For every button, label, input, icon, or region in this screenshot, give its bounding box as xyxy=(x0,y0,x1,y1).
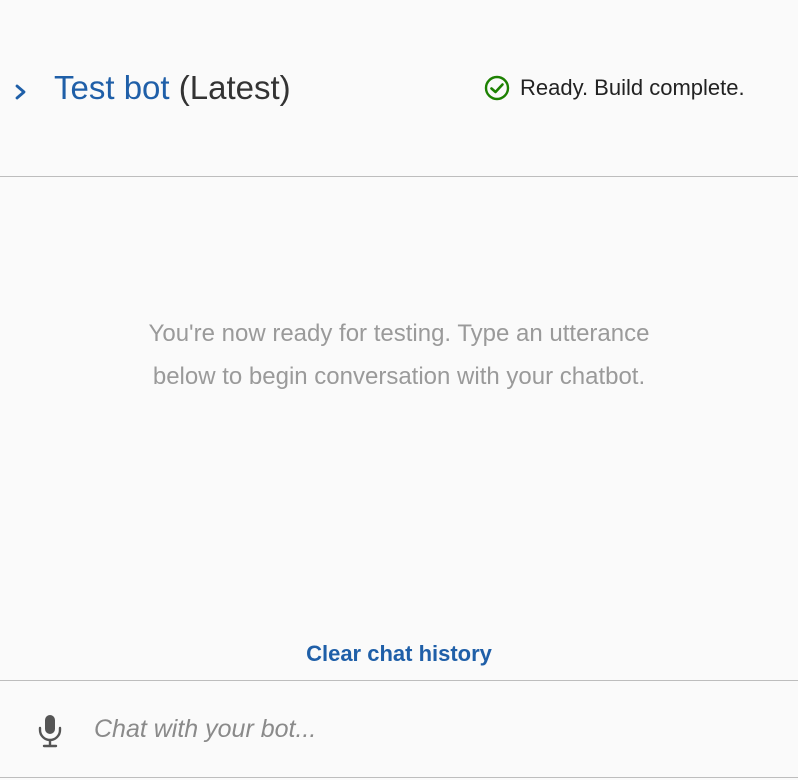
bot-name-link[interactable]: Test bot xyxy=(54,69,170,106)
clear-chat-history-link[interactable]: Clear chat history xyxy=(306,641,492,666)
empty-chat-message: You're now ready for testing. Type an ut… xyxy=(0,312,798,398)
test-bot-panel: Test bot (Latest) Ready. Build complete.… xyxy=(0,0,798,780)
build-status: Ready. Build complete. xyxy=(484,72,745,104)
empty-message-line: below to begin conversation with your ch… xyxy=(152,363,646,390)
chat-input-bar xyxy=(0,680,798,778)
chat-input[interactable] xyxy=(94,707,774,751)
microphone-icon[interactable] xyxy=(36,713,64,749)
chevron-right-icon[interactable] xyxy=(12,80,30,104)
clear-history-row: Clear chat history xyxy=(0,641,798,667)
bot-version-label: (Latest) xyxy=(178,69,291,106)
panel-title: Test bot (Latest) xyxy=(54,68,291,108)
empty-message-line: You're now ready for testing. Type an ut… xyxy=(148,320,650,347)
panel-header: Test bot (Latest) Ready. Build complete. xyxy=(0,0,798,177)
check-circle-icon xyxy=(484,75,510,101)
status-text: Ready. Build complete. xyxy=(520,75,745,100)
